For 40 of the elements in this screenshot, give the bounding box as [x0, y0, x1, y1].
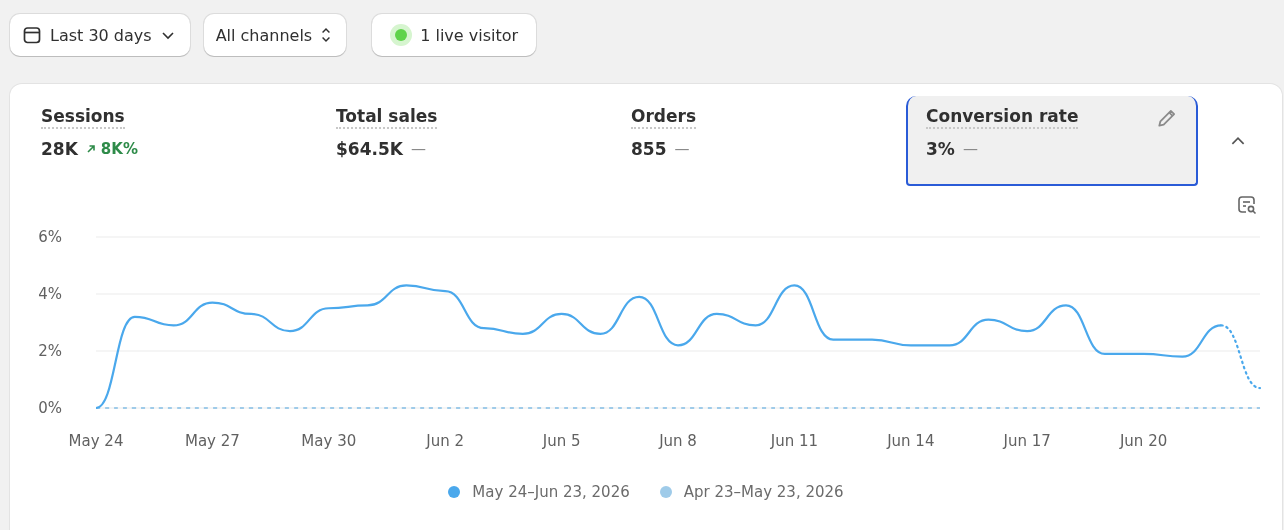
metric-value: 28K — [41, 139, 78, 159]
metric-change: — — [962, 140, 978, 158]
metric-change: 8K% — [100, 140, 138, 158]
metric-tab[interactable]: Orders 855 — — [611, 96, 903, 186]
metric-label: Sessions — [41, 106, 125, 129]
date-range-button[interactable]: Last 30 days — [10, 14, 190, 56]
axis-label: 4% — [38, 285, 62, 303]
chart-search-icon[interactable] — [1236, 194, 1258, 216]
metric-label: Orders — [631, 106, 697, 129]
arrow-up-right-icon — [85, 144, 96, 154]
axis-label: May 30 — [301, 432, 357, 450]
axis-label: Jun 5 — [542, 432, 581, 450]
axis-label: May 24 — [68, 432, 124, 450]
live-dot-icon — [390, 24, 413, 46]
axis-label: Jun 17 — [1003, 432, 1051, 450]
metric-change: — — [410, 140, 426, 158]
metric-value: $64.5K — [336, 139, 403, 159]
legend-label: Apr 23–May 23, 2026 — [683, 483, 844, 501]
live-visitor-button[interactable]: 1 live visitor — [372, 14, 537, 56]
channels-button[interactable]: All channels — [203, 14, 347, 56]
axis-label: 6% — [38, 228, 62, 246]
sort-icon — [320, 25, 333, 45]
axis-label: 0% — [38, 399, 62, 417]
axis-label: Jun 8 — [659, 432, 697, 450]
calendar-icon — [22, 25, 42, 45]
axis-label: Jun 2 — [426, 432, 465, 450]
axis-label: May 27 — [184, 432, 240, 450]
legend-label: May 24–Jun 23, 2026 — [472, 483, 630, 501]
axis-label: 2% — [38, 342, 62, 360]
axis-label: Jun 11 — [770, 432, 819, 450]
metric-change: — — [674, 140, 690, 158]
axis-label: Jun 14 — [887, 432, 935, 450]
axis-label: Jun 20 — [1119, 432, 1168, 450]
metric-label: Conversion rate — [926, 106, 1079, 129]
metric-value: 3% — [926, 139, 955, 159]
metric-tab[interactable]: Conversion rate 3% — — [906, 96, 1198, 186]
metric-tab[interactable]: Sessions 28K 8K% — [21, 96, 313, 186]
metric-value: 855 — [631, 139, 667, 159]
metric-tab[interactable]: Total sales $64.5K — — [316, 96, 608, 186]
metric-label: Total sales — [336, 106, 438, 129]
